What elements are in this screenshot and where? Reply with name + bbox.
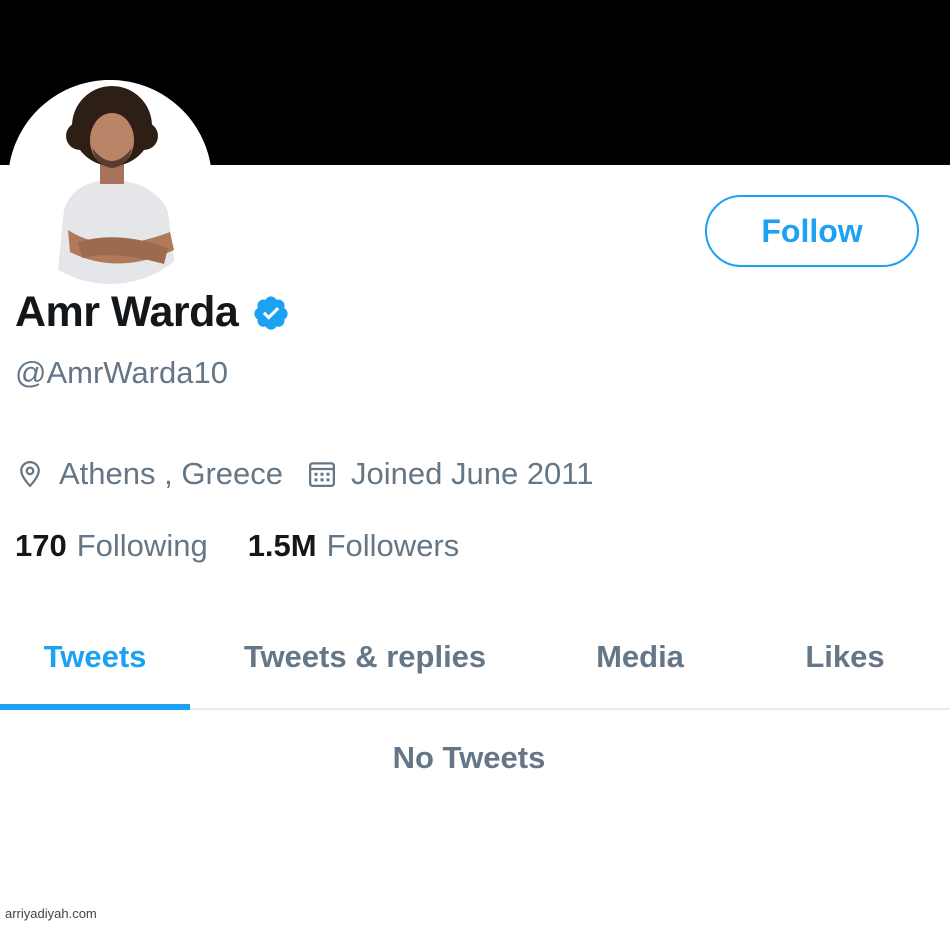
profile-joined-date: Joined June 2011 [351, 456, 594, 491]
followers-count: 1.5M [247, 528, 317, 563]
empty-timeline-message: No Tweets [392, 740, 546, 775]
calendar-icon [307, 459, 337, 489]
profile-stats: 170 Following 1.5M Followers [15, 528, 459, 564]
verified-badge-icon [252, 294, 290, 332]
followers-stat[interactable]: 1.5M Followers [248, 528, 460, 564]
location-pin-icon [15, 459, 45, 489]
follow-button[interactable]: Follow [705, 195, 919, 267]
following-count: 170 [15, 528, 67, 563]
avatar[interactable] [8, 80, 212, 284]
profile-handle: @AmrWarda10 [15, 355, 228, 390]
tab-media[interactable]: Media [540, 605, 740, 708]
display-name: Amr Warda [15, 288, 239, 336]
tab-tweets-and-replies[interactable]: Tweets & replies [190, 605, 540, 708]
watermark: arriyadiyah.com [5, 906, 97, 921]
tab-tweets[interactable]: Tweets [0, 605, 190, 708]
profile-location: Athens , Greece [59, 456, 284, 491]
active-tab-indicator [0, 704, 190, 710]
avatar-image [8, 80, 212, 284]
following-label: Following [76, 528, 208, 563]
profile-meta: Athens , Greece Joined June 2011 [15, 456, 593, 492]
following-stat[interactable]: 170 Following [15, 528, 208, 564]
tab-likes[interactable]: Likes [740, 605, 950, 708]
profile-tabs: Tweets Tweets & replies Media Likes [0, 605, 950, 710]
profile-name-row: Amr Warda [15, 288, 290, 337]
followers-label: Followers [326, 528, 460, 563]
